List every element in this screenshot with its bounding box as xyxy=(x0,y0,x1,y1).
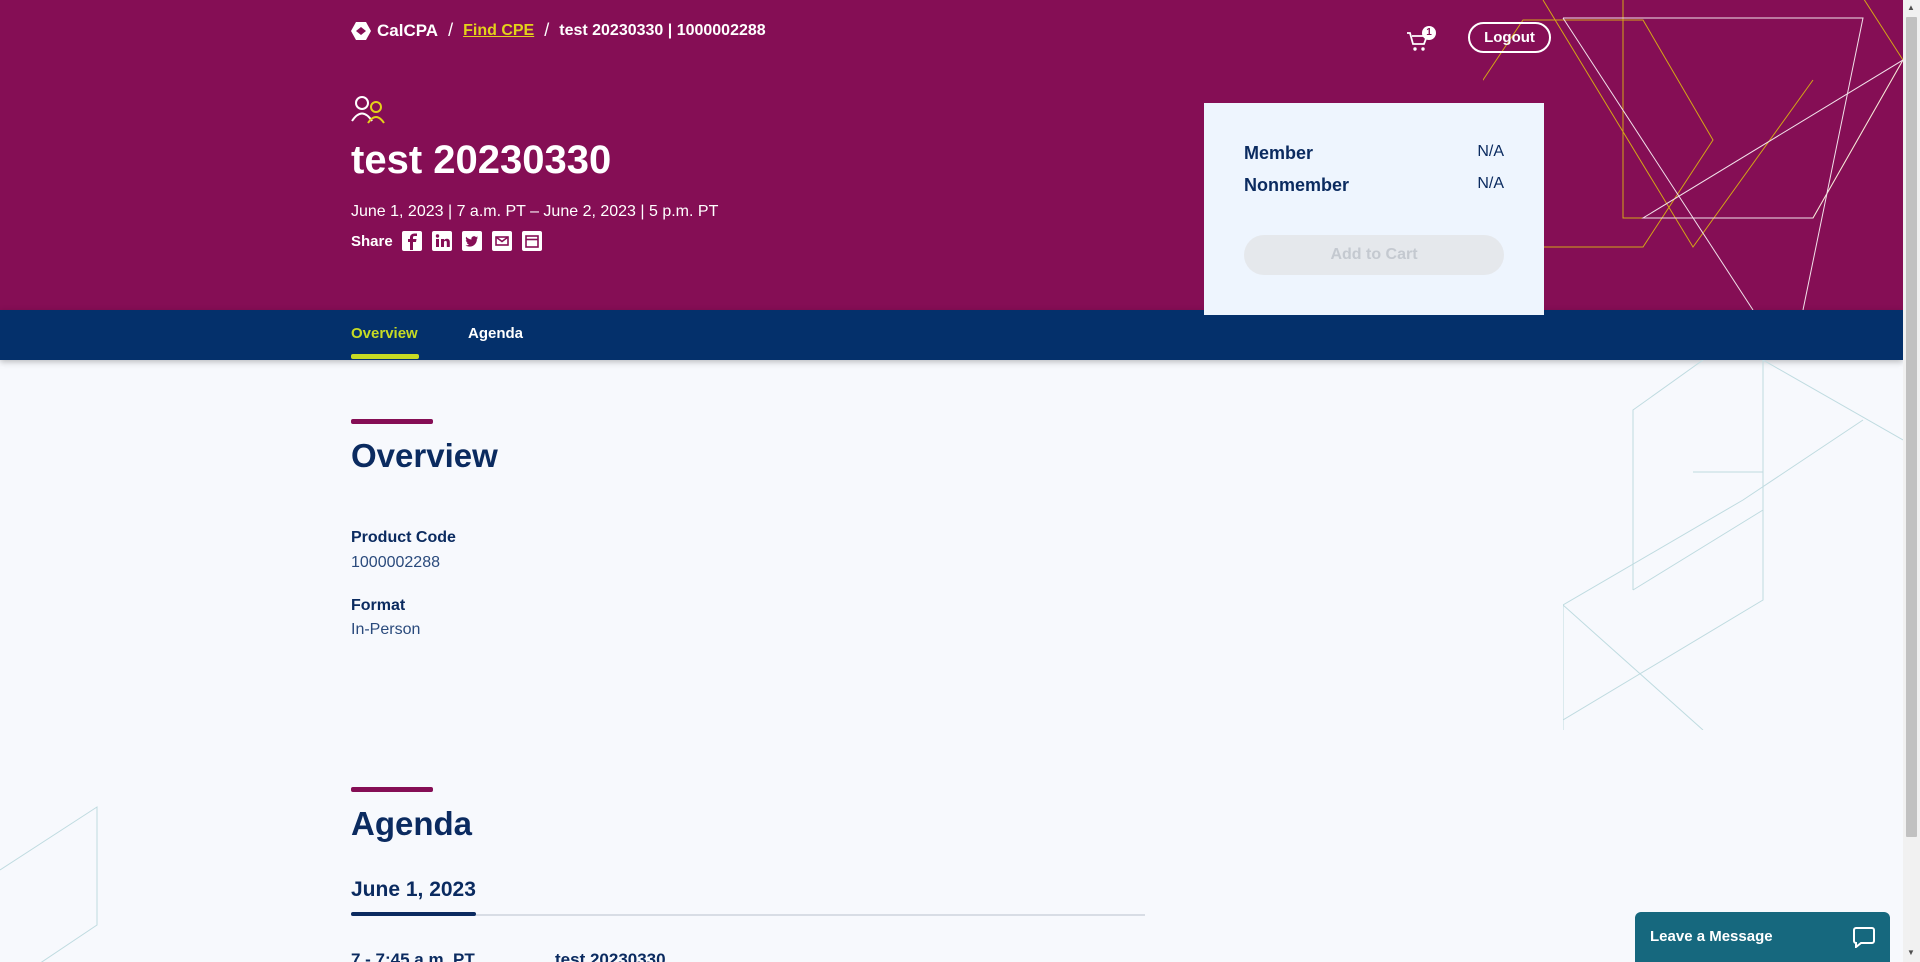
nonmember-label: Nonmember xyxy=(1244,175,1350,195)
pricing-card: Member N/A Nonmember N/A Add to Cart xyxy=(1204,103,1544,315)
agenda-date-indicator xyxy=(351,912,476,916)
product-code-label: Product Code xyxy=(351,529,456,546)
calcpa-logo-icon xyxy=(351,21,371,40)
background-decoration xyxy=(1563,360,1903,730)
agenda-item-title: test 20230330 xyxy=(555,950,666,962)
linkedin-icon[interactable] xyxy=(431,230,453,252)
breadcrumb-separator: / xyxy=(544,20,550,40)
breadcrumb: CalCPA / Find CPE / test 20230330 | 1000… xyxy=(351,20,766,41)
section-tabs: Overview Agenda xyxy=(0,310,1903,360)
scroll-down-arrow[interactable]: ▼ xyxy=(1907,948,1915,957)
hero-banner: CalCPA / Find CPE / test 20230330 | 1000… xyxy=(0,0,1903,310)
background-decoration-left xyxy=(0,806,98,962)
event-dates: June 1, 2023 | 7 a.m. PT – June 2, 2023 … xyxy=(351,203,719,220)
agenda-accent-bar xyxy=(351,787,433,792)
active-tab-indicator xyxy=(351,354,419,359)
logo-text: CalCPA xyxy=(377,20,439,40)
leave-message-label: Leave a Message xyxy=(1650,928,1773,945)
cart-button[interactable]: 1 xyxy=(1406,26,1436,52)
calendar-icon[interactable] xyxy=(521,230,543,252)
nonmember-price-row: Nonmember N/A xyxy=(1244,175,1504,196)
breadcrumb-current: test 20230330 | 1000002288 xyxy=(559,21,766,39)
member-price-row: Member N/A xyxy=(1244,143,1504,164)
member-label: Member xyxy=(1244,143,1314,163)
agenda-time: 7 - 7:45 a.m. PT xyxy=(351,950,475,962)
breadcrumb-find-cpe-link[interactable]: Find CPE xyxy=(463,22,534,40)
page-title: test 20230330 xyxy=(351,138,612,182)
tab-agenda[interactable]: Agenda xyxy=(468,325,523,342)
format-label: Format xyxy=(351,597,406,614)
share-label: Share xyxy=(351,232,393,250)
calcpa-logo[interactable]: CalCPA xyxy=(351,21,438,41)
agenda-title: Agenda xyxy=(351,805,473,842)
format-value: In-Person xyxy=(351,621,421,638)
add-to-cart-button[interactable]: Add to Cart xyxy=(1244,235,1504,275)
scroll-up-arrow[interactable]: ▲ xyxy=(1907,3,1915,12)
share-bar: Share xyxy=(351,230,543,252)
scrollbar[interactable]: ▲ ▼ xyxy=(1903,0,1920,962)
tab-overview[interactable]: Overview xyxy=(351,325,418,342)
member-price: N/A xyxy=(1477,143,1504,160)
agenda-date-tab[interactable]: June 1, 2023 xyxy=(351,878,476,902)
twitter-icon[interactable] xyxy=(461,230,483,252)
scroll-thumb[interactable] xyxy=(1906,17,1917,837)
cart-count-badge: 1 xyxy=(1422,26,1436,40)
people-icon xyxy=(351,96,385,124)
chat-bubble-icon xyxy=(1853,927,1875,948)
product-code-value: 1000002288 xyxy=(351,554,440,571)
overview-title: Overview xyxy=(351,437,498,474)
overview-accent-bar xyxy=(351,419,433,424)
logout-button[interactable]: Logout xyxy=(1468,22,1551,53)
nonmember-price: N/A xyxy=(1477,175,1504,192)
email-icon[interactable] xyxy=(491,230,513,252)
leave-message-widget[interactable]: Leave a Message xyxy=(1635,912,1890,962)
breadcrumb-separator: / xyxy=(448,20,454,40)
facebook-icon[interactable] xyxy=(401,230,423,252)
